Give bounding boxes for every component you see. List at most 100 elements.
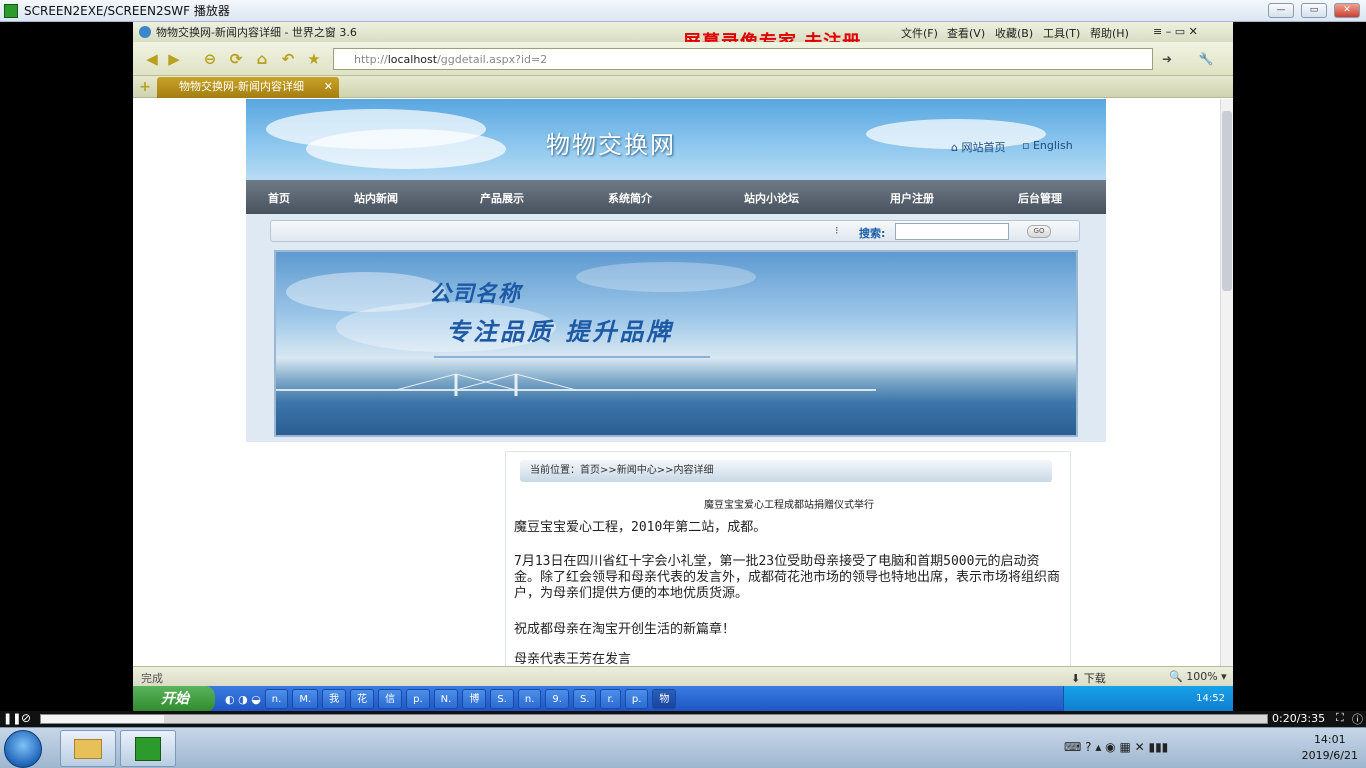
system-tray: 14:52 [1063, 686, 1233, 712]
content-box: 当前位置：首页>>新闻中心>>内容详细 魔豆宝宝爱心工程成都站捐赠仪式举行 魔豆… [505, 451, 1071, 690]
tray-icons[interactable]: ⌨ ? ▴ ◉ ▦ ✕ ▮▮▮ [1064, 740, 1168, 754]
article-title: 魔豆宝宝爱心工程成都站捐赠仪式举行 [704, 500, 874, 511]
home-link[interactable]: ⌂ 网站首页 [951, 139, 1005, 155]
scroll-thumb[interactable] [1222, 111, 1232, 291]
page-scrollbar[interactable] [1220, 99, 1233, 690]
player-taskbar-icon[interactable] [120, 730, 176, 767]
menu-tools[interactable]: 工具(T) [1043, 25, 1080, 41]
taskbar-button[interactable]: 花 [350, 689, 375, 709]
download-button[interactable]: ⬇ 下载 [1071, 670, 1106, 686]
browser-toolbar: ◀ ▶ ⊖ ⟳ ⌂ ↶ ★ http://localhost/ggdetail.… [133, 42, 1233, 76]
site-title: 物物交换网 [546, 131, 676, 159]
taskbar-button[interactable]: 博 [462, 689, 487, 709]
taskbar-button[interactable]: 我 [322, 689, 347, 709]
taskbar-button-active[interactable]: 物 [652, 689, 677, 709]
menu-favorites[interactable]: 收藏(B) [995, 25, 1033, 41]
article-paragraph: 祝成都母亲在淘宝开创生活的新篇章！ [514, 622, 736, 637]
site-nav: 首页 站内新闻 产品展示 系统简介 站内小论坛 用户注册 后台管理 [246, 180, 1106, 214]
home-icon[interactable]: ⌂ [251, 48, 273, 70]
taskbar-button[interactable]: r. [600, 689, 621, 709]
xp-taskbar: 开始 ◐ ◑ ◒ n. M. 我 花 信 p. N. 博 S. n. 9. S.… [133, 686, 1233, 712]
go-arrow-icon[interactable]: ➜ [1156, 48, 1178, 70]
taskbar-button[interactable]: n. [517, 689, 542, 709]
status-bar: 完成 ⬇ 下载 🔍 100% ▾ [133, 666, 1233, 686]
taskbar-button[interactable]: 信 [378, 689, 403, 709]
taskbar-button[interactable]: M. [292, 689, 319, 709]
tab-close-icon[interactable]: ✕ [324, 77, 333, 97]
fullscreen-icon[interactable]: ⛶ [1336, 711, 1344, 725]
banner-slogan: 专注品质 提升品牌 [446, 317, 674, 346]
breadcrumb: 当前位置：首页>>新闻中心>>内容详细 [520, 460, 1052, 482]
taskbar-button[interactable]: 9. [545, 689, 569, 709]
search-go-button[interactable]: GO [1027, 225, 1051, 238]
address-bar[interactable]: http://localhost/ggdetail.aspx?id=2 [333, 48, 1153, 70]
win7-taskbar: ⌨ ? ▴ ◉ ▦ ✕ ▮▮▮ 14:01 2019/6/21 [0, 727, 1366, 768]
minimize-button[interactable]: — [1268, 3, 1294, 18]
article-paragraph: 魔豆宝宝爱心工程，2010年第二站，成都。 [514, 520, 767, 535]
undo-icon[interactable]: ↶ [277, 48, 299, 70]
web-page: 物物交换网 ⌂ 网站首页 ▫ English 首页 站内新闻 产品展示 系统简介… [133, 99, 1220, 690]
taskbar-button[interactable]: S. [572, 689, 597, 709]
menu-file[interactable]: 文件(F) [901, 25, 938, 41]
clock[interactable]: 14:01 2019/6/21 [1302, 732, 1358, 764]
nav-home[interactable]: 首页 [268, 190, 290, 206]
player-title: SCREEN2EXE/SCREEN2SWF 播放器 [24, 4, 230, 18]
taskbar-button[interactable]: n. [264, 689, 289, 709]
separator: ⁝ [835, 224, 839, 237]
url-path: /ggdetail.aspx?id=2 [437, 52, 548, 66]
url-prefix: http:// [354, 52, 388, 66]
stop-icon[interactable]: ⊖ [199, 48, 221, 70]
info-icon[interactable]: ⓘ [1352, 711, 1363, 727]
banner-company: 公司名称 [429, 281, 522, 307]
site-header: 物物交换网 ⌂ 网站首页 ▫ English [246, 99, 1106, 180]
nav-products[interactable]: 产品展示 [480, 190, 524, 206]
refresh-icon[interactable]: ⟳ [225, 48, 247, 70]
seek-bar[interactable] [40, 714, 1268, 724]
quicklaunch-icons[interactable]: ◐ ◑ ◒ [225, 693, 261, 706]
search-input[interactable] [895, 223, 1009, 240]
recorded-screen: 物物交换网-新闻内容详细 - 世界之窗 3.6 文件(F) 查看(V) 收藏(B… [133, 22, 1233, 712]
window-controls[interactable]: ≡ – ▭ ✕ [1153, 25, 1198, 38]
taskbar-button[interactable]: p. [406, 689, 430, 709]
status-text: 完成 [141, 672, 163, 685]
back-icon[interactable]: ◀ [141, 48, 163, 70]
zoom-level[interactable]: 🔍 100% ▾ [1169, 670, 1227, 683]
clock-time: 14:01 [1313, 733, 1346, 746]
taskbar-button[interactable]: p. [624, 689, 649, 709]
browser-titlebar: 物物交换网-新闻内容详细 - 世界之窗 3.6 文件(F) 查看(V) 收藏(B… [133, 22, 1233, 53]
tab-bar: + 物物交换网-新闻内容详细 ✕ [133, 76, 1233, 98]
seek-progress [41, 715, 164, 723]
maximize-button[interactable]: ▭ [1301, 3, 1327, 18]
favorite-star-icon[interactable]: ★ [303, 48, 325, 70]
playback-time: 0:20/3:35 [1272, 712, 1326, 725]
url-host: localhost [387, 52, 438, 66]
taskbar-button[interactable]: S. [490, 689, 514, 709]
player-titlebar: SCREEN2EXE/SCREEN2SWF 播放器 — ▭ ✕ [0, 0, 1366, 22]
new-tab-icon[interactable]: + [137, 79, 153, 95]
nav-register[interactable]: 用户注册 [890, 190, 934, 206]
browser-icon [139, 26, 151, 38]
settings-icon[interactable]: ⊘ [21, 711, 31, 725]
tab-label: 物物交换网-新闻内容详细 [179, 80, 304, 93]
forward-icon[interactable]: ▶ [163, 48, 185, 70]
clock-date: 2019/6/21 [1301, 749, 1358, 762]
english-link[interactable]: ▫ English [1022, 139, 1073, 152]
banner: 公司名称 专注品质 提升品牌 [246, 244, 1106, 442]
menu-view[interactable]: 查看(V) [947, 25, 985, 41]
player-controls: ❚❚ ⊘ 0:20/3:35 ⛶ ⓘ [0, 711, 1366, 727]
explorer-taskbar-icon[interactable] [60, 730, 116, 767]
taskbar-button[interactable]: N. [433, 689, 459, 709]
nav-news[interactable]: 站内新闻 [354, 190, 398, 206]
menu-help[interactable]: 帮助(H) [1090, 25, 1129, 41]
tab-active[interactable]: 物物交换网-新闻内容详细 ✕ [157, 77, 339, 98]
windows-start-orb[interactable] [4, 730, 42, 768]
nav-forum[interactable]: 站内小论坛 [744, 190, 799, 206]
pause-icon[interactable]: ❚❚ [3, 712, 21, 725]
nav-about[interactable]: 系统简介 [608, 190, 652, 206]
tools-wrench-icon[interactable]: 🔧 [1189, 48, 1223, 70]
nav-admin[interactable]: 后台管理 [1018, 190, 1062, 206]
slogan-underline [434, 356, 710, 358]
start-button[interactable]: 开始 [133, 686, 215, 712]
close-button[interactable]: ✕ [1334, 3, 1360, 18]
browser-title: 物物交换网-新闻内容详细 - 世界之窗 3.6 [156, 26, 357, 39]
